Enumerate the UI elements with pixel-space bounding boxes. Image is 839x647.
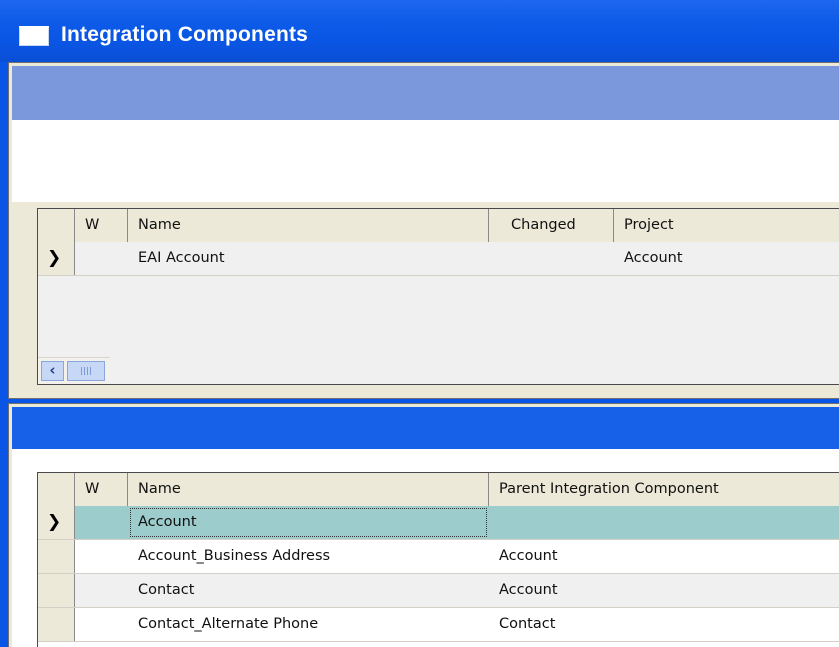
table-row[interactable]: Contact Account (38, 574, 839, 608)
scroll-left-arrow-icon[interactable]: ‹ (41, 361, 64, 381)
cell-project[interactable]: Account (614, 242, 839, 275)
cell-w[interactable] (75, 574, 128, 607)
column-header-name[interactable]: Name (128, 209, 489, 242)
cell-changed[interactable] (489, 242, 614, 275)
integration-component-applet: W Name Parent Integration Component ❯ Ac… (8, 403, 839, 647)
application-window: Integration Components W Name Changed Pr… (0, 0, 839, 647)
list-header: W Name Parent Integration Component (38, 473, 839, 507)
table-row[interactable]: ❯ Account (38, 506, 839, 540)
column-header-changed[interactable]: Changed (489, 209, 614, 242)
cell-w[interactable] (75, 608, 128, 641)
cell-w[interactable] (75, 540, 128, 573)
cell-parent[interactable]: Contact (489, 608, 839, 641)
column-header-project[interactable]: Project (614, 209, 839, 242)
cell-w[interactable] (75, 242, 128, 275)
cell-name[interactable]: EAI Account (128, 242, 489, 275)
row-selector[interactable] (38, 608, 75, 641)
title-bar[interactable]: Integration Components (0, 0, 839, 62)
column-header-parent-integration-component[interactable]: Parent Integration Component (489, 473, 839, 506)
scroll-thumb[interactable] (67, 361, 105, 381)
cell-name[interactable]: Account_Business Address (128, 540, 489, 573)
column-header-w[interactable]: W (75, 209, 128, 242)
row-selector[interactable]: ❯ (38, 506, 75, 539)
scroll-grip-icon (81, 367, 91, 375)
cell-name[interactable]: Account (128, 506, 489, 539)
integration-object-list: W Name Changed Project ❯ EAI Account Acc… (37, 208, 839, 385)
window-title: Integration Components (61, 23, 309, 46)
applet-header-bar (12, 66, 839, 120)
cell-parent[interactable]: Account (489, 540, 839, 573)
applet-header-bar (12, 407, 839, 449)
window-icon (19, 26, 49, 46)
cell-name[interactable]: Contact_Alternate Phone (128, 608, 489, 641)
table-row[interactable]: Contact_Alternate Phone Contact (38, 608, 839, 642)
cell-w[interactable] (75, 506, 128, 539)
column-header-w[interactable]: W (75, 473, 128, 506)
table-row[interactable]: ❯ EAI Account Account (38, 242, 839, 276)
table-row[interactable]: Account_Business Address Account (38, 540, 839, 574)
applet-form-area (12, 120, 839, 202)
row-selector-header (38, 209, 75, 242)
list-header: W Name Changed Project (38, 209, 839, 243)
integration-object-applet: W Name Changed Project ❯ EAI Account Acc… (8, 62, 839, 399)
row-selected-arrow-icon: ❯ (47, 248, 62, 268)
row-selector[interactable] (38, 540, 75, 573)
row-selector[interactable]: ❯ (38, 242, 75, 275)
column-header-name[interactable]: Name (128, 473, 489, 506)
row-selector-header (38, 473, 75, 506)
horizontal-scrollbar[interactable]: ‹ (38, 357, 110, 384)
cell-parent[interactable]: Account (489, 574, 839, 607)
integration-component-list: W Name Parent Integration Component ❯ Ac… (37, 472, 839, 647)
row-selector[interactable] (38, 574, 75, 607)
row-selected-arrow-icon: ❯ (47, 512, 62, 532)
cell-parent[interactable] (489, 506, 839, 539)
cell-name[interactable]: Contact (128, 574, 489, 607)
